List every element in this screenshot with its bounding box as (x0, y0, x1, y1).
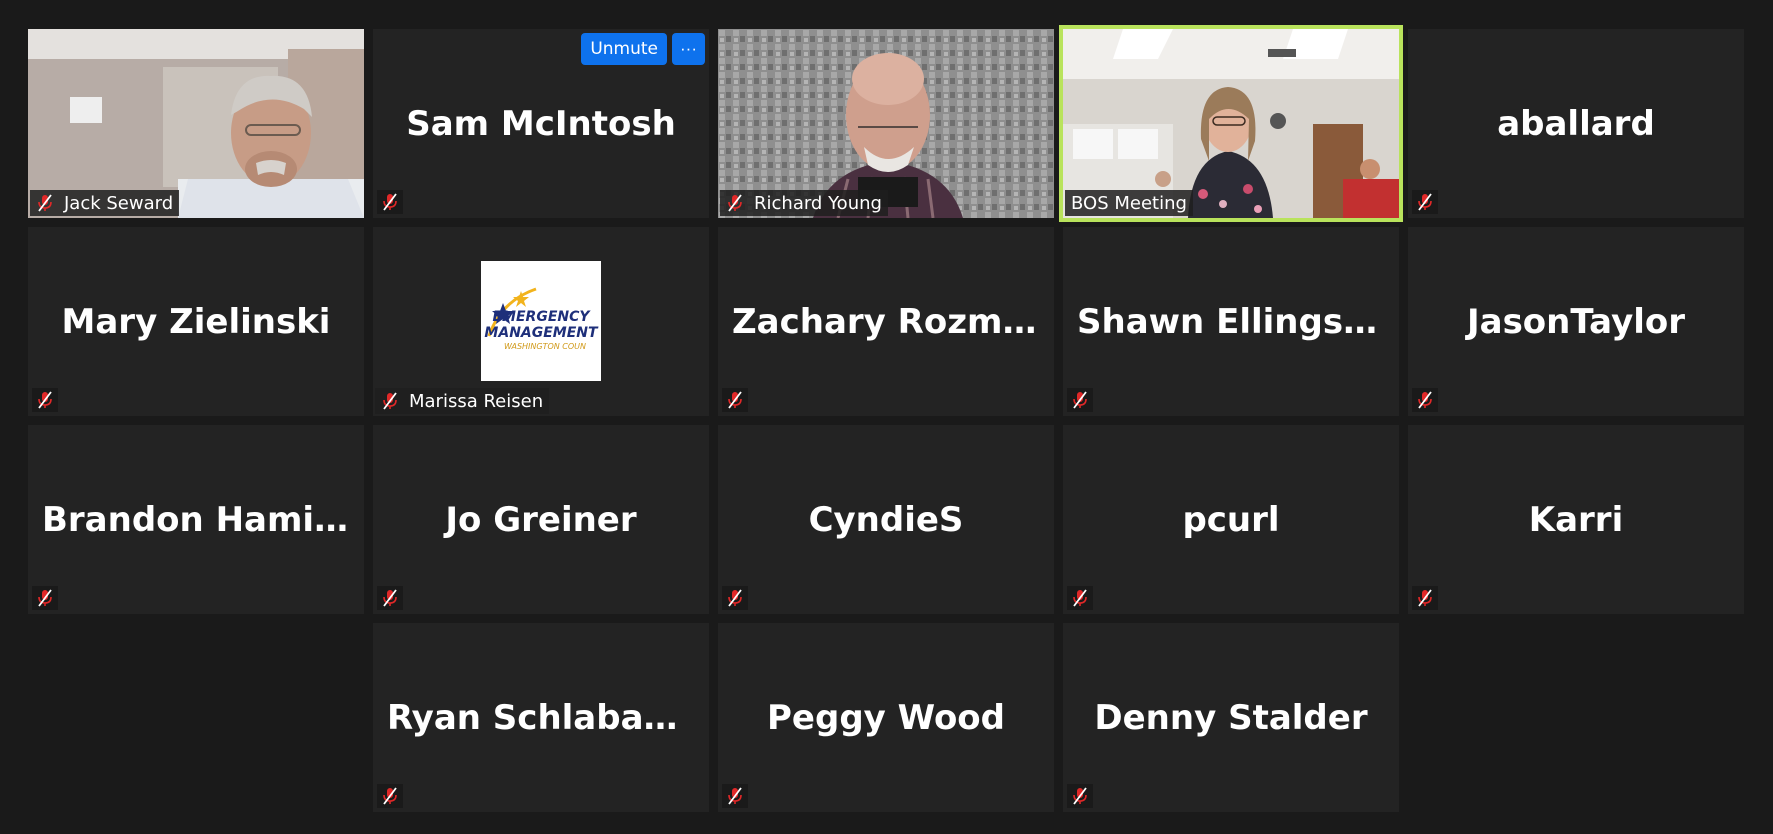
participant-name: Jack Seward (64, 192, 174, 214)
participant-tile-bos-meeting[interactable]: BOS Meeting (1059, 25, 1403, 222)
muted-microphone-icon (379, 390, 401, 412)
participant-tile-peggy-wood[interactable]: Peggy Wood (718, 623, 1054, 812)
participant-tile-denny-stalder[interactable]: Denny Stalder (1063, 623, 1399, 812)
muted-microphone-icon (1412, 586, 1438, 610)
participant-tile-cyndies[interactable]: CyndieS (718, 425, 1054, 614)
participant-name: aballard (1497, 103, 1655, 144)
participant-name: BOS Meeting (1071, 192, 1187, 214)
muted-microphone-icon (1067, 784, 1093, 808)
more-options-button[interactable]: ··· (672, 33, 705, 65)
participant-name: Marissa Reisen (409, 390, 544, 412)
participant-name: Richard Young (754, 192, 882, 214)
logo-text-line2: MANAGEMENT (484, 325, 599, 341)
nameplate: Jack Seward (30, 190, 180, 216)
emergency-management-logo: EMERGENCY MANAGEMENT WASHINGTON COUN (481, 261, 601, 381)
muted-microphone-icon (34, 192, 56, 214)
participant-tile-karri[interactable]: Karri (1408, 425, 1744, 614)
participant-name: CyndieS (808, 499, 964, 540)
participant-name: Karri (1528, 499, 1624, 540)
participant-tile-jo-greiner[interactable]: Jo Greiner (373, 425, 709, 614)
participant-name: pcurl (1182, 499, 1280, 540)
muted-microphone-icon (724, 192, 746, 214)
participant-name: Denny Stalder (1094, 697, 1368, 738)
participant-name: Zachary Rozmu... (732, 301, 1054, 342)
logo-text-line1: EMERGENCY (492, 309, 591, 325)
nameplate: BOS Meeting (1065, 190, 1193, 216)
participant-tile-brandon-hamilt[interactable]: Brandon Hamilt... (28, 425, 364, 614)
muted-microphone-icon (1412, 190, 1438, 214)
muted-microphone-icon (722, 586, 748, 610)
participant-tile-zachary-rozmu[interactable]: Zachary Rozmu... (718, 227, 1054, 416)
participant-name: Ryan Schlabaugh (387, 697, 709, 738)
muted-microphone-icon (1067, 586, 1093, 610)
participant-name: JasonTaylor (1466, 301, 1686, 342)
participant-tile-marissa-reisen[interactable]: EMERGENCY MANAGEMENT WASHINGTON COUN Mar… (373, 227, 709, 416)
logo-text-line3: WASHINGTON COUN (504, 342, 586, 351)
participant-tile-pcurl[interactable]: pcurl (1063, 425, 1399, 614)
muted-microphone-icon (377, 784, 403, 808)
participant-name: Peggy Wood (767, 697, 1005, 738)
participant-name: Sam McIntosh (406, 103, 676, 144)
participant-tile-aballard[interactable]: aballard (1408, 29, 1744, 218)
muted-microphone-icon (1067, 388, 1093, 412)
nameplate: Richard Young (720, 190, 888, 216)
muted-microphone-icon (722, 784, 748, 808)
participant-name: Brandon Hamilt... (42, 499, 364, 540)
muted-microphone-icon (377, 190, 403, 214)
participant-tile-sam-mcintosh[interactable]: Sam McIntosh Unmute ··· (373, 29, 709, 218)
participant-name: Shawn Ellingson (1077, 301, 1391, 342)
nameplate: Marissa Reisen (375, 388, 550, 414)
muted-microphone-icon (377, 586, 403, 610)
participant-tile-ryan-schlabaugh[interactable]: Ryan Schlabaugh (373, 623, 709, 812)
participant-tile-mary-zielinski[interactable]: Mary Zielinski (28, 227, 364, 416)
muted-microphone-icon (1412, 388, 1438, 412)
participant-name: Jo Greiner (445, 499, 637, 540)
muted-microphone-icon (722, 388, 748, 412)
participant-name: Mary Zielinski (61, 301, 331, 342)
participant-tile-richard-young[interactable]: Richard Young (718, 29, 1054, 218)
participant-tile-shawn-ellingson[interactable]: Shawn Ellingson (1063, 227, 1399, 416)
participant-tile-jack-seward[interactable]: Jack Seward (28, 29, 364, 218)
muted-microphone-icon (32, 388, 58, 412)
muted-microphone-icon (32, 586, 58, 610)
participant-tile-jasontaylor[interactable]: JasonTaylor (1408, 227, 1744, 416)
unmute-button[interactable]: Unmute (581, 33, 667, 65)
